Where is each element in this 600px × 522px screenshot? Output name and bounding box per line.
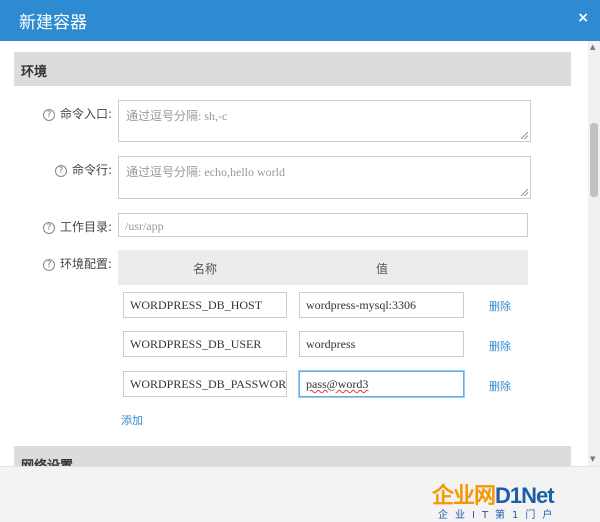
workdir-label: ? 工作目录: (43, 218, 112, 235)
delete-link[interactable]: 删除 (489, 298, 511, 314)
env-header-value: 值 (376, 262, 389, 276)
env-table-header: 名称 值 (118, 250, 528, 285)
delete-link[interactable]: 删除 (489, 378, 511, 394)
workdir-input[interactable]: /usr/app (118, 213, 528, 237)
entrypoint-label-text: 命令入口: (60, 107, 113, 121)
env-value-input[interactable]: wordpress-mysql:3306 (299, 292, 464, 318)
watermark-tagline: 企业IT第1门户 (438, 510, 560, 521)
help-icon: ? (43, 222, 55, 234)
section-title-network: 网络设置 (21, 455, 73, 466)
section-title-env: 环境 (21, 65, 48, 80)
resize-grip-icon[interactable] (521, 132, 528, 139)
env-value-input[interactable]: wordpress (299, 331, 464, 357)
env-name-input[interactable]: WORDPRESS_DB_PASSWORD (123, 371, 287, 397)
command-label-text: 命令行: (72, 163, 113, 177)
delete-link[interactable]: 删除 (489, 338, 511, 354)
resize-grip-icon[interactable] (521, 189, 528, 196)
entrypoint-placeholder: 通过逗号分隔: sh,-c (126, 109, 228, 123)
close-icon[interactable]: × (577, 10, 589, 26)
dialog-titlebar: 新建容器 × (0, 0, 600, 41)
env-value-input-focused[interactable]: pass@word3 (299, 371, 464, 397)
command-label: ? 命令行: (55, 161, 112, 178)
entrypoint-textarea[interactable]: 通过逗号分隔: sh,-c (118, 100, 531, 142)
env-header-name: 名称 (193, 262, 218, 276)
add-env-link[interactable]: 添加 (121, 412, 143, 428)
env-name-input[interactable]: WORDPRESS_DB_USER (123, 331, 287, 357)
workdir-label-text: 工作目录: (60, 220, 113, 234)
section-header-env: 环境 (14, 52, 571, 86)
dialog-body: 环境 ? 命令入口: 通过逗号分隔: sh,-c ? 命令行: 通过逗号分隔: ec… (0, 41, 588, 466)
envconfig-label-text: 环境配置: (60, 257, 113, 271)
help-icon: ? (43, 259, 55, 271)
watermark-logo: 企业网D1Net 企业IT第1门户 (432, 478, 592, 521)
section-header-network: 网络设置 (14, 446, 571, 466)
env-name-input[interactable]: WORDPRESS_DB_HOST (123, 292, 287, 318)
command-placeholder: 通过逗号分隔: echo,hello world (126, 165, 285, 179)
help-icon: ? (55, 165, 67, 177)
scrollbar-thumb[interactable] (590, 123, 598, 197)
env-value-text: pass@word3 (306, 377, 369, 391)
help-icon: ? (43, 109, 55, 121)
envconfig-label: ? 环境配置: (43, 255, 112, 272)
scroll-up-icon[interactable]: ▲ (590, 43, 595, 51)
scrollbar[interactable]: ▲ ▼ (588, 41, 600, 466)
scroll-down-icon[interactable]: ▼ (590, 455, 595, 463)
dialog-title: 新建容器 (19, 13, 87, 33)
command-textarea[interactable]: 通过逗号分隔: echo,hello world (118, 156, 531, 199)
entrypoint-label: ? 命令入口: (43, 105, 112, 122)
